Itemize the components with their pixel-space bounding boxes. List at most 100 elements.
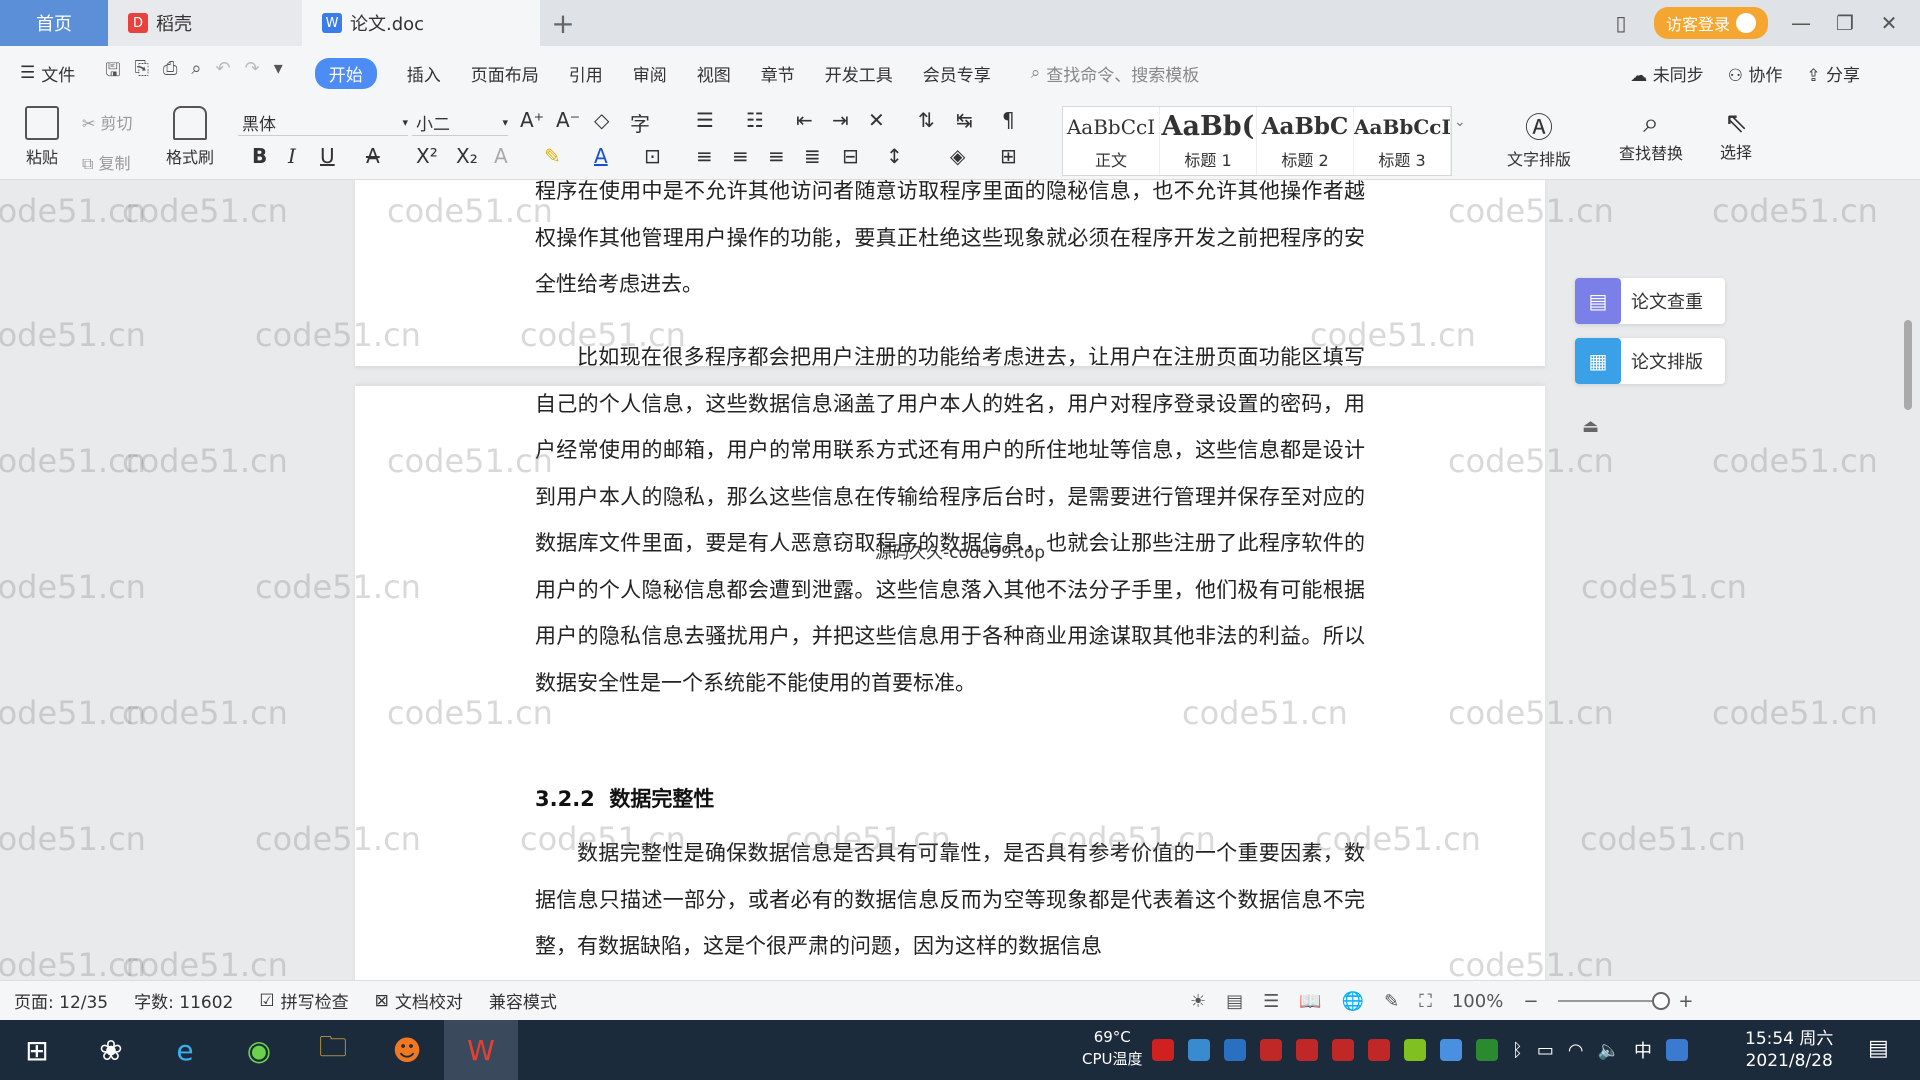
increase-indent-icon[interactable]: ⇥ [832,108,849,132]
borders-icon[interactable]: ⊞ [1000,144,1017,168]
word-count[interactable]: 字数: 11602 [134,988,233,1013]
menu-view[interactable]: 视图 [697,61,731,86]
print-icon[interactable]: ⎙ [163,58,177,88]
redo-icon[interactable]: ↷ [245,58,260,88]
menu-chapter[interactable]: 章节 [761,61,795,86]
ie-browser-icon[interactable]: e [148,1020,222,1080]
decrease-indent-icon[interactable]: ⇤ [796,108,813,132]
menu-page-layout[interactable]: 页面布局 [471,61,539,86]
battery-icon[interactable]: ▭ [1537,1040,1554,1061]
windows-start-icon[interactable]: ⊞ [0,1020,74,1080]
menu-member[interactable]: 会员专享 [923,61,991,86]
font-family-select[interactable]: 黑体 ▾ [238,110,408,136]
tray-app-icon[interactable] [1476,1039,1498,1061]
close-button[interactable]: ✕ [1878,11,1900,35]
doc-proofread-button[interactable]: ⊠ 文档校对 [375,988,463,1014]
tray-app-icon[interactable] [1404,1039,1426,1061]
paste-button[interactable]: 粘贴 [16,106,68,168]
save-icon[interactable]: 🖫 [105,58,120,88]
web-view-icon[interactable]: 🌐 [1342,991,1364,1012]
ime-indicator[interactable]: 中 [1634,1037,1652,1063]
volume-icon[interactable]: 🔈 [1598,1040,1620,1061]
shield-icon[interactable] [1224,1039,1246,1061]
phonetic-guide-icon[interactable]: 字 [630,108,650,137]
file-menu[interactable]: ☰ 文件 [20,61,75,86]
find-replace-button[interactable]: ⌕ 查找替换 [1606,106,1696,164]
collapse-panel-icon[interactable]: ⏏ [1582,416,1599,437]
style-gallery-expand-icon[interactable]: ⌄ [1454,114,1466,130]
print-preview-icon[interactable]: ⌕ [191,58,201,88]
sync-button[interactable]: ☁ 未同步 [1630,61,1703,86]
cpu-temperature[interactable]: 69°C CPU温度 [1082,1026,1143,1070]
thesis-check-button[interactable]: ▤ 论文查重 [1575,278,1725,324]
guest-login-button[interactable]: 访客登录 [1653,7,1768,39]
tab-document[interactable]: W 论文.doc [302,0,540,46]
tab-daoke[interactable]: D 稻壳 [108,0,302,46]
menu-references[interactable]: 引用 [569,61,603,86]
paragraph-direction-icon[interactable]: ↹ [956,108,973,132]
menu-insert[interactable]: 插入 [407,61,441,86]
new-tab-button[interactable]: + [540,0,586,46]
wifi-icon[interactable]: ◠ [1568,1040,1584,1061]
undo-icon[interactable]: ↶ [216,58,231,88]
chinese-layout-icon[interactable]: ✕ [868,108,885,132]
collaborate-button[interactable]: ⚇ 协作 [1728,61,1783,86]
paragraph-registration[interactable]: 比如现在很多程序都会把用户注册的功能给考虑进去，让用户在注册页面功能区填写自己的… [535,334,1365,706]
line-spacing-icon[interactable]: ↕ [886,144,903,168]
justify-icon[interactable]: ≣ [804,144,821,168]
zoom-slider[interactable] [1558,992,1671,1010]
document-area[interactable]: 程序在使用中是不允许其他访问者随意访取程序里面的隐秘信息，也不允许其他操作者越权… [0,180,1920,980]
tray-app-icon[interactable] [1260,1039,1282,1061]
menu-developer[interactable]: 开发工具 [825,61,893,86]
cut-button[interactable]: ✂ 剪切 [82,110,133,134]
paragraph-integrity[interactable]: 数据完整性是确保数据信息是否具有可靠性，是否具有参考价值的一个重要因素，数据信息… [535,830,1365,970]
app-360-icon[interactable]: ❀ [74,1020,148,1080]
export-pdf-icon[interactable]: ⎘ [135,58,149,88]
app-orange-icon[interactable]: ☻ [370,1020,444,1080]
eye-protection-icon[interactable]: ☀ [1190,991,1206,1012]
browser-360-icon[interactable]: ◉ [222,1020,296,1080]
page-indicator[interactable]: 页面: 12/35 [14,988,108,1013]
zoom-level[interactable]: 100% [1452,991,1503,1012]
menu-review[interactable]: 审阅 [633,61,667,86]
menu-start[interactable]: 开始 [314,57,377,89]
spell-check-button[interactable]: ☑ 拼写检查 [259,988,348,1014]
shading-icon[interactable]: ◈ [950,144,965,168]
italic-icon[interactable]: I [288,144,296,168]
tray-app-icon[interactable] [1440,1039,1462,1061]
clock[interactable]: 15:54 周六 2021/8/28 [1745,1028,1833,1072]
zoom-slider-knob[interactable] [1652,992,1671,1010]
font-size-select[interactable]: 小二 ▾ [412,110,508,136]
tab-home[interactable]: 首页 [0,0,108,46]
vertical-scrollbar[interactable] [1902,150,1914,980]
style-normal[interactable]: AaBbCcI 正文 [1063,107,1160,175]
text-effect-icon[interactable]: A [494,144,508,168]
subscript-icon[interactable]: X₂ [456,144,478,168]
distribute-icon[interactable]: ⊟ [842,144,859,168]
minimize-button[interactable]: — [1790,11,1812,35]
strikethrough-icon[interactable]: A [366,144,380,168]
shrink-font-icon[interactable]: A⁻ [556,108,580,132]
fit-page-icon[interactable]: ⛶ [1419,991,1432,1012]
reading-view-icon[interactable]: 📖 [1299,991,1321,1012]
scrollbar-thumb[interactable] [1904,320,1912,410]
style-heading-1[interactable]: AaBb( 标题 1 [1160,107,1257,175]
file-explorer-icon[interactable]: 🗀 [296,1020,370,1080]
tray-app-icon[interactable] [1188,1039,1210,1061]
page-view-icon[interactable]: ▤ [1226,991,1243,1012]
notification-icon[interactable]: ▤ [1868,1036,1889,1061]
style-heading-2[interactable]: AaBbC 标题 2 [1257,107,1354,175]
select-button[interactable]: ⇖ 选择 [1708,106,1764,163]
clear-format-icon[interactable]: ◇ [594,108,609,132]
bluetooth-icon[interactable]: ᛒ [1512,1040,1523,1061]
restore-button[interactable]: ❐ [1834,11,1856,35]
style-heading-3[interactable]: AaBbCcI 标题 3 [1354,107,1451,175]
zoom-out-icon[interactable]: − [1523,991,1538,1012]
format-painter-button[interactable]: 格式刷 [162,106,218,168]
share-button[interactable]: ⇪ 分享 [1806,61,1860,86]
show-marks-icon[interactable]: ¶ [1002,108,1015,132]
align-right-icon[interactable]: ≡ [768,144,785,168]
wps-writer-icon[interactable]: W [444,1020,518,1080]
tray-app-icon[interactable] [1296,1039,1318,1061]
character-border-icon[interactable]: ⊡ [644,144,661,168]
